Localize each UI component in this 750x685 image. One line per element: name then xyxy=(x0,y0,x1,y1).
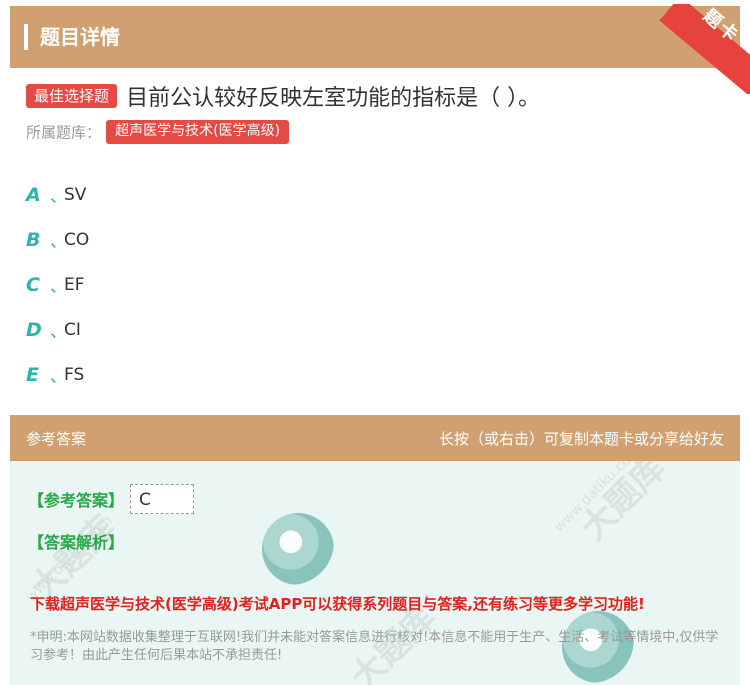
option-letter: A xyxy=(26,183,41,206)
reference-answer-value: C xyxy=(130,484,194,514)
option-letter: E xyxy=(26,363,39,386)
option-separator: 、 xyxy=(50,367,67,387)
option-letter: C xyxy=(26,273,40,296)
option-d[interactable]: D 、 CI xyxy=(26,307,89,352)
bank-label: 所属题库： xyxy=(26,123,102,142)
option-text: SV xyxy=(64,184,87,205)
option-letter: B xyxy=(26,228,41,251)
page-title: 题目详情 xyxy=(40,25,120,49)
app-download-promo[interactable]: 下载超声医学与技术(医学高级)考试APP可以获得系列题目与答案,还有练习等更多学… xyxy=(30,593,645,614)
option-separator: 、 xyxy=(50,277,67,297)
option-text: CI xyxy=(64,319,81,340)
option-separator: 、 xyxy=(50,322,67,342)
option-e[interactable]: E 、 FS xyxy=(26,352,89,397)
reference-answer-label: 【参考答案】 xyxy=(28,491,125,510)
option-b[interactable]: B 、 CO xyxy=(26,217,89,262)
question-type-badge: 最佳选择题 xyxy=(26,84,118,108)
option-a[interactable]: A 、 SV xyxy=(26,172,89,217)
answer-body: 大题库 大题库 大题库 www.datiku.com www.datiku.co… xyxy=(10,461,740,685)
page-header: 题目详情 题卡 xyxy=(10,4,750,94)
answer-header: 参考答案 长按（或右击）可复制本题卡或分享给好友 xyxy=(10,415,740,461)
option-c[interactable]: C 、 EF xyxy=(26,262,89,307)
header-accent-bar xyxy=(24,24,28,50)
bank-tag[interactable]: 超声医学与技术(医学高级) xyxy=(106,120,290,144)
answer-header-title: 参考答案 xyxy=(26,430,87,448)
option-list: A 、 SV B 、 CO C 、 EF D 、 CI E 、 FS xyxy=(26,172,89,397)
option-separator: 、 xyxy=(50,232,67,252)
question-stem: 最佳选择题 目前公认较好反映左室功能的指标是（ ）。 xyxy=(26,80,726,112)
share-hint: 长按（或右击）可复制本题卡或分享给好友 xyxy=(438,430,724,448)
question-bank-row: 所属题库： 超声医学与技术(医学高级) xyxy=(26,120,290,144)
option-text: FS xyxy=(64,364,85,385)
option-separator: 、 xyxy=(50,187,67,207)
option-text: CO xyxy=(64,229,90,250)
analysis-label: 【答案解析】 xyxy=(28,533,125,552)
option-text: EF xyxy=(64,274,85,295)
option-letter: D xyxy=(26,318,42,341)
watermark-logo-icon xyxy=(262,513,334,585)
disclaimer-text: *申明:本网站数据收集整理于互联网!我们并未能对答案信息进行核对!本信息不能用于… xyxy=(30,630,719,663)
question-text: 目前公认较好反映左室功能的指标是（ ）。 xyxy=(126,86,541,111)
